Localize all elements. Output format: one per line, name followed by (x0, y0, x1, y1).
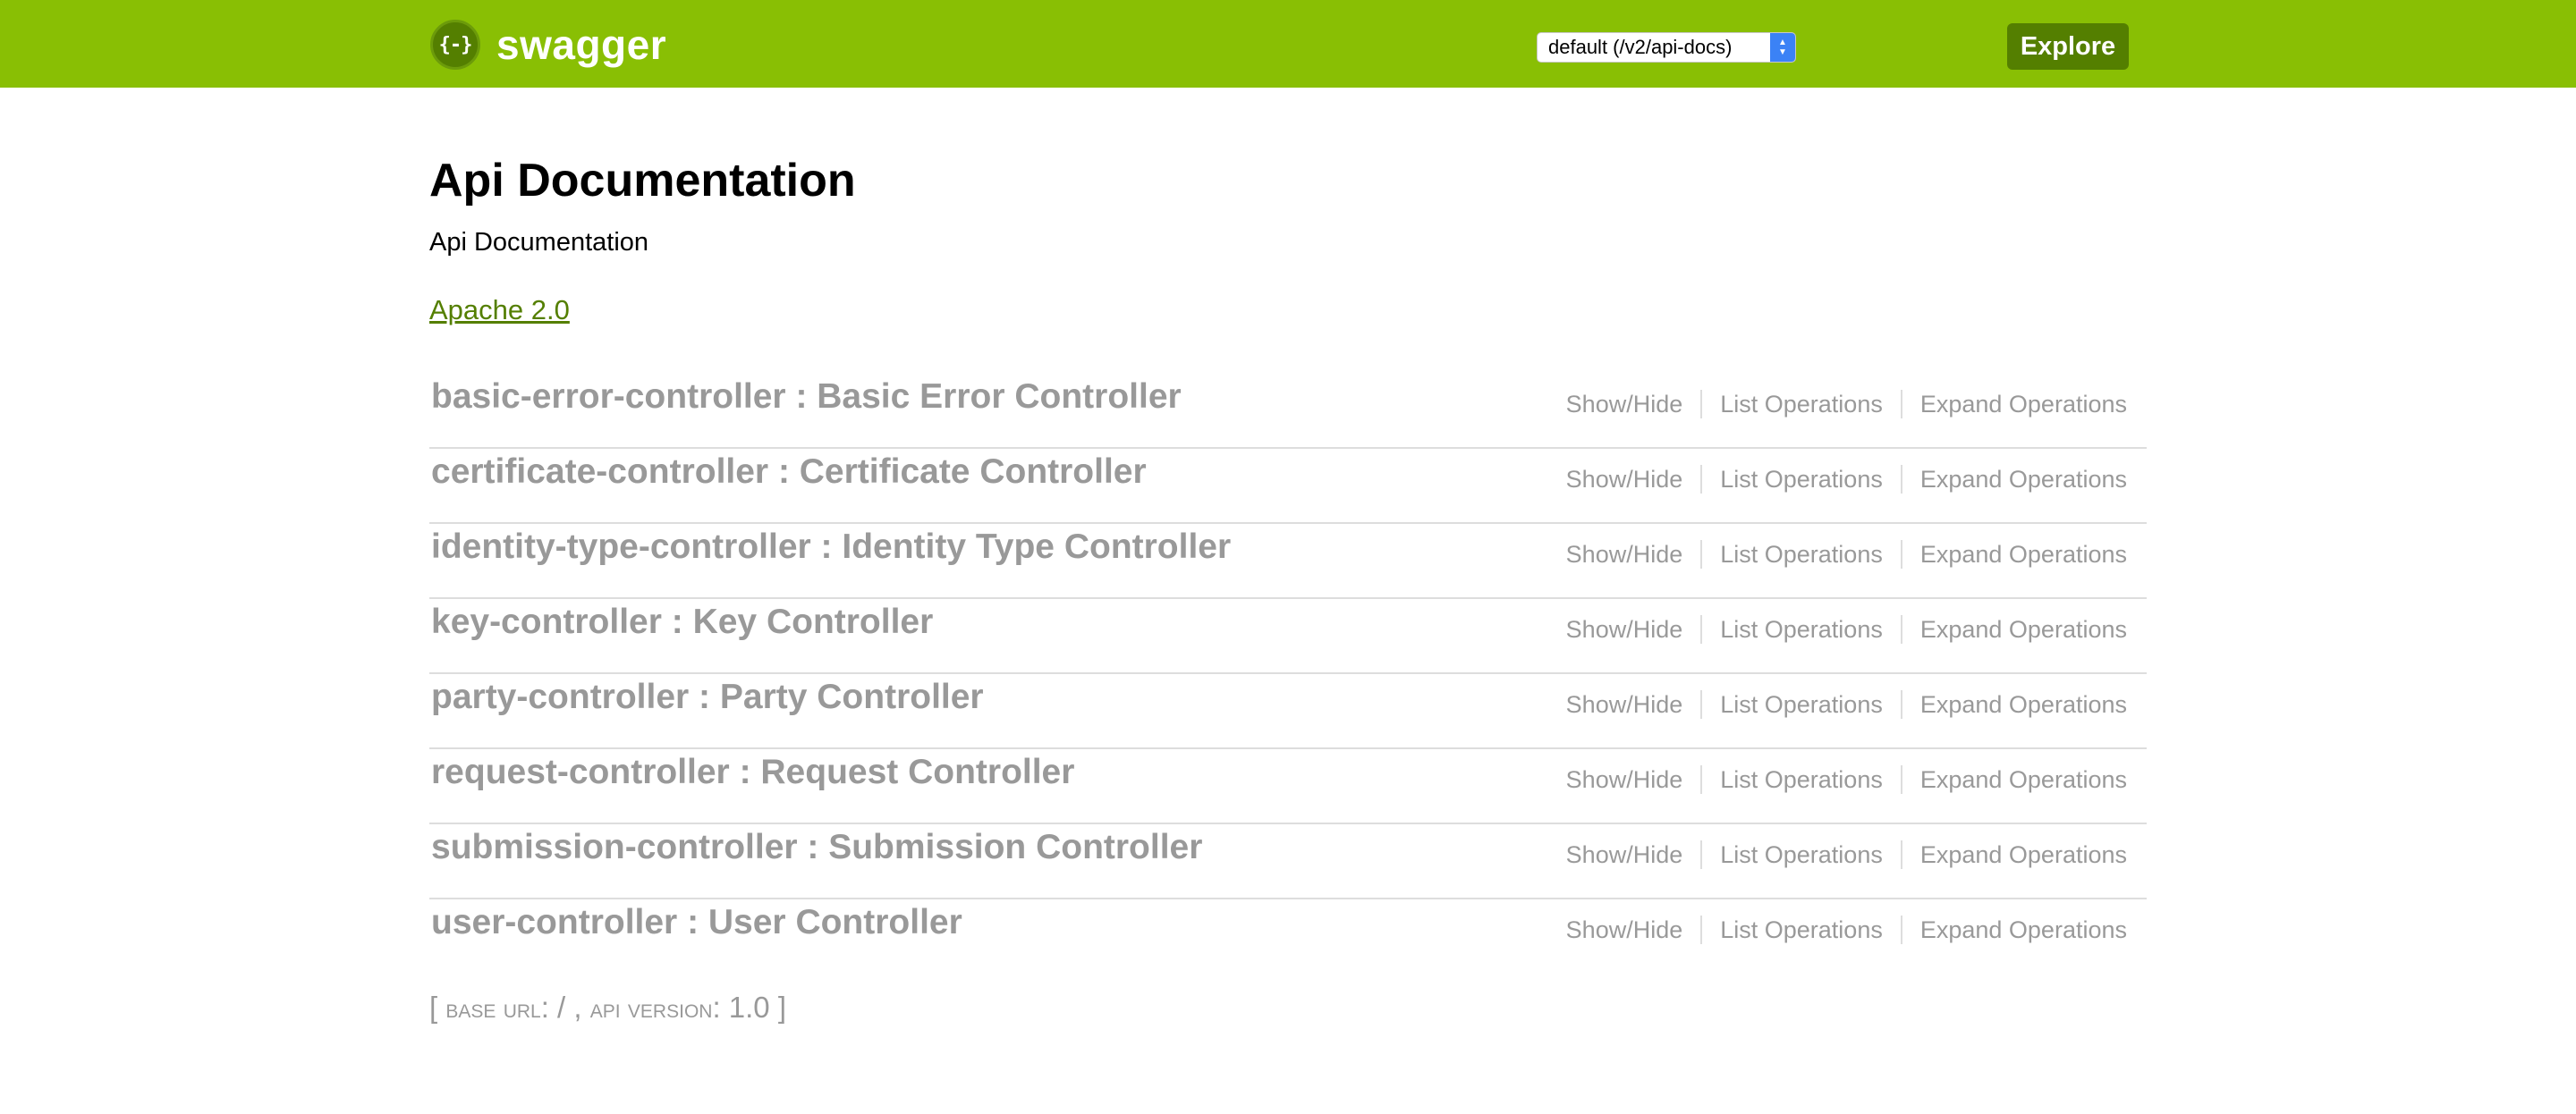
list-operations-link[interactable]: List Operations (1700, 916, 1901, 944)
show-hide-link[interactable]: Show/Hide (1548, 765, 1701, 794)
show-hide-link[interactable]: Show/Hide (1548, 465, 1701, 494)
list-operations-link[interactable]: List Operations (1700, 390, 1901, 418)
show-hide-link[interactable]: Show/Hide (1548, 615, 1701, 644)
show-hide-link[interactable]: Show/Hide (1548, 540, 1701, 569)
resource-title[interactable]: basic-error-controller : Basic Error Con… (431, 377, 1182, 417)
list-operations-link[interactable]: List Operations (1700, 540, 1901, 569)
expand-operations-link[interactable]: Expand Operations (1900, 465, 2127, 494)
api-title: Api Documentation (429, 155, 856, 207)
show-hide-link[interactable]: Show/Hide (1548, 840, 1701, 869)
swagger-logo[interactable]: {-} swagger (430, 20, 666, 70)
api-spec-select[interactable]: default (/v2/api-docs) ▲ ▼ (1537, 32, 1796, 63)
resource-title[interactable]: party-controller : Party Controller (431, 678, 984, 717)
select-arrows-icon: ▲ ▼ (1770, 33, 1795, 62)
api-version-value: : 1.0 (712, 991, 770, 1024)
expand-operations-link[interactable]: Expand Operations (1900, 690, 2127, 719)
resource-title[interactable]: request-controller : Request Controller (431, 753, 1074, 792)
expand-operations-link[interactable]: Expand Operations (1900, 390, 2127, 418)
expand-operations-link[interactable]: Expand Operations (1900, 916, 2127, 944)
top-bar: {-} swagger default (/v2/api-docs) ▲ ▼ Ex… (0, 0, 2576, 88)
footer-close-bracket: ] (777, 991, 787, 1024)
resource-operations: Show/Hide List Operations Expand Operati… (1548, 390, 2127, 418)
footer-open-bracket: [ (429, 991, 438, 1024)
resource-title[interactable]: identity-type-controller : Identity Type… (431, 527, 1231, 567)
show-hide-link[interactable]: Show/Hide (1548, 390, 1701, 418)
resource-item: request-controller : Request Controller … (429, 749, 2147, 824)
list-operations-link[interactable]: List Operations (1700, 765, 1901, 794)
resource-operations: Show/Hide List Operations Expand Operati… (1548, 465, 2127, 494)
resource-title[interactable]: key-controller : Key Controller (431, 603, 933, 642)
list-operations-link[interactable]: List Operations (1700, 465, 1901, 494)
swagger-logo-text: swagger (496, 21, 667, 68)
base-url-label: base url (445, 994, 541, 1024)
resource-item: submission-controller : Submission Contr… (429, 824, 2147, 899)
resource-operations: Show/Hide List Operations Expand Operati… (1548, 690, 2127, 719)
list-operations-link[interactable]: List Operations (1700, 840, 1901, 869)
list-operations-link[interactable]: List Operations (1700, 615, 1901, 644)
api-info-footer: [ base url: / , api version: 1.0 ] (429, 991, 786, 1025)
show-hide-link[interactable]: Show/Hide (1548, 916, 1701, 944)
resource-item: certificate-controller : Certificate Con… (429, 449, 2147, 524)
resource-item: basic-error-controller : Basic Error Con… (429, 374, 2147, 449)
resource-item: party-controller : Party Controller Show… (429, 674, 2147, 749)
resource-title[interactable]: user-controller : User Controller (431, 903, 962, 942)
resource-item: user-controller : User Controller Show/H… (429, 899, 2147, 975)
expand-operations-link[interactable]: Expand Operations (1900, 615, 2127, 644)
resource-operations: Show/Hide List Operations Expand Operati… (1548, 540, 2127, 569)
resource-item: identity-type-controller : Identity Type… (429, 524, 2147, 599)
resource-title[interactable]: certificate-controller : Certificate Con… (431, 452, 1147, 492)
resource-operations: Show/Hide List Operations Expand Operati… (1548, 916, 2127, 944)
license-link[interactable]: Apache 2.0 (429, 294, 570, 326)
expand-operations-link[interactable]: Expand Operations (1900, 765, 2127, 794)
swagger-logo-icon: {-} (430, 20, 480, 70)
base-url-value: : / , (540, 991, 582, 1024)
api-spec-select-value: default (/v2/api-docs) (1548, 36, 1733, 58)
resource-item: key-controller : Key Controller Show/Hid… (429, 599, 2147, 674)
resource-operations: Show/Hide List Operations Expand Operati… (1548, 765, 2127, 794)
resource-operations: Show/Hide List Operations Expand Operati… (1548, 840, 2127, 869)
list-operations-link[interactable]: List Operations (1700, 690, 1901, 719)
explore-button[interactable]: Explore (2007, 23, 2129, 70)
resource-list: basic-error-controller : Basic Error Con… (429, 374, 2147, 975)
expand-operations-link[interactable]: Expand Operations (1900, 840, 2127, 869)
resource-operations: Show/Hide List Operations Expand Operati… (1548, 615, 2127, 644)
show-hide-link[interactable]: Show/Hide (1548, 690, 1701, 719)
expand-operations-link[interactable]: Expand Operations (1900, 540, 2127, 569)
api-description: Api Documentation (429, 228, 649, 257)
api-version-label: api version (589, 994, 713, 1024)
resource-title[interactable]: submission-controller : Submission Contr… (431, 828, 1202, 867)
